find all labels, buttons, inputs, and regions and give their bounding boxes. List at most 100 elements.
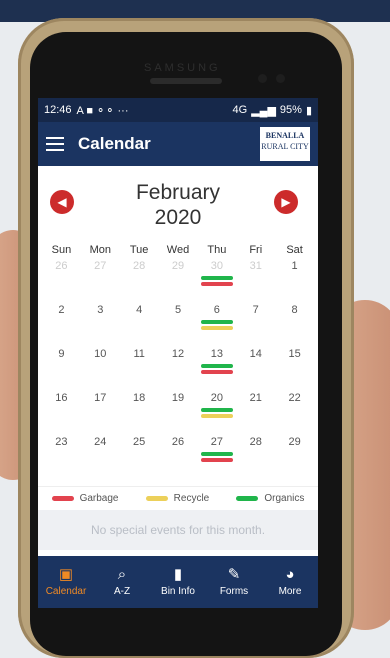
month-year: 2020 — [154, 206, 202, 229]
device-brand: SAMSUNG — [144, 62, 221, 74]
day-number: 26 — [171, 436, 185, 448]
weekday-label: Tue — [129, 244, 149, 256]
month-header: ◀ February 2020 ▶ — [38, 178, 318, 238]
notification-icons: A ■ ⚬⚬ ··· — [76, 104, 129, 117]
no-events-message: No special events for this month. — [38, 510, 318, 550]
calendar-day-cell[interactable]: 29 — [159, 260, 198, 304]
day-number: 21 — [249, 392, 262, 404]
calendar-day-cell[interactable]: 12 — [159, 348, 198, 392]
calendar-day-cell[interactable]: 18 — [120, 392, 159, 436]
calendar-day-cell[interactable]: 23 — [42, 436, 81, 480]
calendar-day-cell[interactable]: 19 — [159, 392, 198, 436]
bottom-nav: ▣ Calendar ⌕ A-Z ▮ Bin Info ✎ Forms ◕ More — [38, 556, 318, 608]
day-number: 20 — [210, 392, 223, 404]
calendar-day-cell[interactable]: 22 — [275, 392, 314, 436]
garbage-collection-bar — [200, 458, 233, 462]
day-number: 27 — [210, 436, 223, 448]
calendar-day-cell[interactable]: 26 — [42, 260, 81, 304]
nav-item-calendar[interactable]: ▣ Calendar — [38, 556, 94, 608]
calendar-day-cell[interactable]: 1 — [275, 260, 314, 304]
calendar-day-cell[interactable]: 25 — [120, 436, 159, 480]
day-number: 29 — [171, 260, 185, 272]
nav-item-label: Bin Info — [161, 586, 195, 597]
organics-collection-bar — [200, 408, 233, 412]
day-number: 13 — [210, 348, 223, 360]
nav-item-label: Forms — [219, 586, 249, 597]
legend-garbage-label: Garbage — [79, 492, 119, 504]
calendar-day-cell[interactable]: 9 — [42, 348, 81, 392]
nav-item-a-z[interactable]: ⌕ A-Z — [94, 556, 150, 608]
day-number: 14 — [249, 348, 262, 360]
weekday-label: Sat — [286, 244, 303, 256]
calendar-day-cell[interactable]: 21 — [236, 392, 275, 436]
nav-item-bin-info[interactable]: ▮ Bin Info — [150, 556, 206, 608]
calendar-day-cell[interactable]: 16 — [42, 392, 81, 436]
day-number: 7 — [252, 304, 259, 316]
calendar-day-cell[interactable]: 30 — [197, 260, 236, 304]
day-number: 17 — [94, 392, 107, 404]
calendar-day-cell[interactable]: 17 — [81, 392, 120, 436]
day-number: 22 — [288, 392, 301, 404]
calendar-day-cell[interactable]: 13 — [197, 348, 236, 392]
calendar-grid: 26 27 28 29 30 31 1 2 3 4 5 6 7 8 9 10 11 12 13 14 15 16 17 18 1… — [42, 260, 314, 480]
day-number: 25 — [133, 436, 146, 448]
day-number: 29 — [288, 436, 301, 448]
network-indicator: 4G — [232, 104, 248, 116]
calendar-day-cell[interactable]: 24 — [81, 436, 120, 480]
calendar-day-cell[interactable]: 15 — [275, 348, 314, 392]
day-number: 5 — [174, 304, 182, 316]
weekday-label: Fri — [249, 244, 263, 256]
calendar-day-cell[interactable]: 26 — [159, 436, 198, 480]
weekday-label: Mon — [89, 244, 111, 256]
recycle-collection-bar — [200, 326, 233, 330]
calendar-day-cell[interactable]: 2 — [42, 304, 81, 348]
legend-recycle: Recycle — [145, 493, 209, 504]
day-number: 9 — [58, 348, 65, 360]
status-bar: 12:46 A ■ ⚬⚬ ··· 4G ▂▄▆ 95% ▮ — [38, 98, 318, 122]
calendar-day-cell[interactable]: 27 — [81, 260, 120, 304]
calendar-day-cell[interactable]: 28 — [120, 260, 159, 304]
day-number: 26 — [55, 260, 68, 272]
previous-month-button[interactable]: ◀ — [50, 190, 74, 214]
calendar-day-cell[interactable]: 27 — [197, 436, 236, 480]
organics-swatch — [236, 495, 259, 501]
day-number: 2 — [58, 304, 65, 316]
calendar-day-cell[interactable]: 6 — [197, 304, 236, 348]
day-number: 23 — [55, 436, 68, 448]
calendar-day-cell[interactable]: 29 — [275, 436, 314, 480]
legend-organics-label: Organics — [264, 492, 305, 504]
nav-item-more[interactable]: ◕ More — [262, 556, 318, 608]
day-number: 19 — [171, 392, 185, 404]
app-title: Calendar — [78, 134, 151, 153]
phone-screen: 12:46 A ■ ⚬⚬ ··· 4G ▂▄▆ 95% ▮ Calendar B… — [38, 98, 318, 608]
weekday-label: Wed — [166, 244, 190, 256]
organics-collection-bar — [200, 452, 233, 456]
calendar-day-cell[interactable]: 5 — [159, 304, 198, 348]
garbage-collection-bar — [200, 282, 233, 286]
calendar-day-cell[interactable]: 11 — [120, 348, 159, 392]
nav-item-forms[interactable]: ✎ Forms — [206, 556, 262, 608]
garbage-collection-bar — [200, 370, 233, 374]
next-month-button[interactable]: ▶ — [274, 190, 298, 214]
hamburger-menu-icon[interactable] — [46, 137, 64, 151]
calendar-day-cell[interactable]: 10 — [81, 348, 120, 392]
signal-icon: ▂▄▆ — [251, 104, 276, 117]
nav-item-label: Calendar — [45, 586, 87, 597]
calendar-day-cell[interactable]: 3 — [81, 304, 120, 348]
calendar-week-row: 23 24 25 26 27 28 29 — [42, 436, 314, 480]
calendar-week-row: 2 3 4 5 6 7 8 — [42, 304, 314, 348]
calendar-day-cell[interactable]: 20 — [197, 392, 236, 436]
calendar-day-cell[interactable]: 7 — [236, 304, 275, 348]
calendar-day-cell[interactable]: 14 — [236, 348, 275, 392]
calendar-day-cell[interactable]: 4 — [120, 304, 159, 348]
weekday-label: Sun — [51, 244, 72, 256]
calendar-day-cell[interactable]: 28 — [236, 436, 275, 480]
day-number: 6 — [213, 304, 220, 316]
day-number: 24 — [94, 436, 107, 448]
day-number: 15 — [288, 348, 301, 360]
day-number: 11 — [133, 348, 145, 360]
calendar-day-cell[interactable]: 8 — [275, 304, 314, 348]
day-number: 1 — [291, 260, 298, 272]
battery-icon: ▮ — [305, 104, 312, 117]
calendar-day-cell[interactable]: 31 — [236, 260, 275, 304]
